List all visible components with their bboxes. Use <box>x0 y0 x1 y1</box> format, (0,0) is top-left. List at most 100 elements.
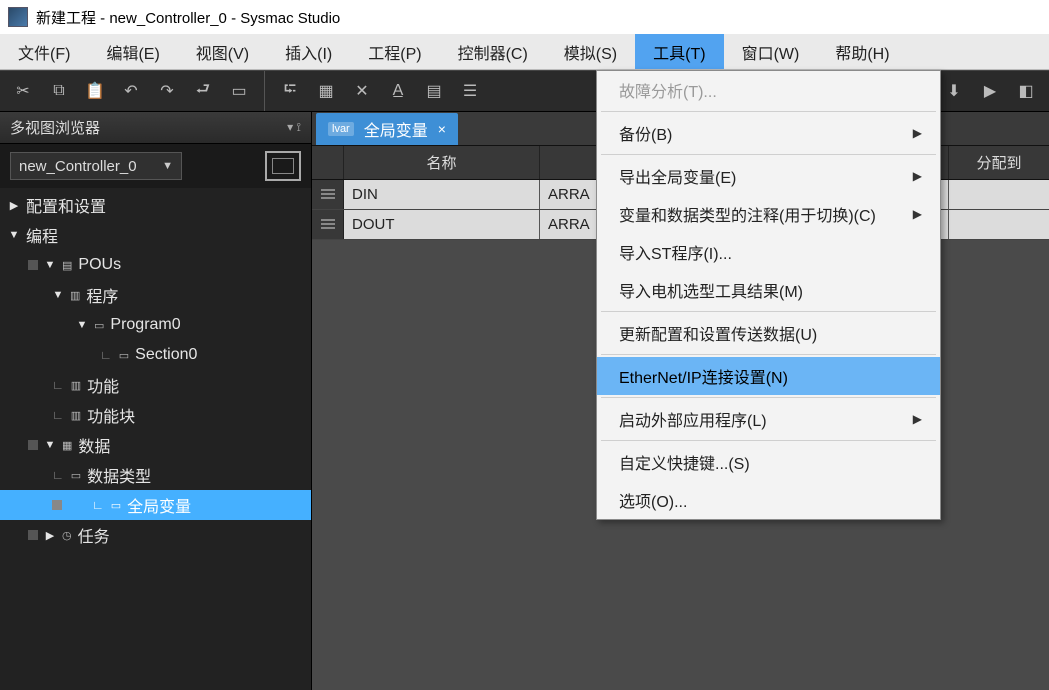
branch-icon: ∟ <box>92 498 103 512</box>
tree-globalvars[interactable]: ∟ ▭ 全局变量 <box>0 490 311 520</box>
page-icon[interactable]: ▭ <box>222 75 256 107</box>
tool-icon[interactable]: ✕ <box>345 75 379 107</box>
menu-item[interactable]: 模拟(S) <box>546 34 635 69</box>
close-icon[interactable]: × <box>438 121 446 137</box>
sidebar-title-label: 多视图浏览器 <box>10 117 100 138</box>
chevron-down-icon[interactable] <box>76 319 88 331</box>
menu-item[interactable]: 更新配置和设置传送数据(U) <box>597 314 940 352</box>
vars-icon: ▭ <box>111 499 121 512</box>
tree-label: 数据类型 <box>87 463 151 487</box>
controller-select[interactable]: new_Controller_0 ▼ <box>10 152 182 180</box>
menu-item-label: 变量和数据类型的注释(用于切换)(C) <box>619 202 876 226</box>
undo-icon[interactable]: ↶ <box>114 75 148 107</box>
tree-programs[interactable]: ▥ 程序 <box>0 280 311 310</box>
tool-icon[interactable]: ◧ <box>1009 75 1043 107</box>
branch-icon: ∟ <box>52 408 63 422</box>
chevron-down-icon[interactable] <box>44 439 56 451</box>
branch-icon: ∟ <box>52 468 63 482</box>
tree-label: 程序 <box>86 283 118 307</box>
app-icon <box>8 7 28 27</box>
menu-item[interactable]: 文件(F) <box>0 34 88 69</box>
chevron-right-icon[interactable] <box>44 529 56 542</box>
tree-label: POUs <box>78 256 121 274</box>
cut-icon[interactable]: ✂ <box>6 75 40 107</box>
row-grip[interactable] <box>312 180 344 209</box>
menu-item[interactable]: 工程(P) <box>350 34 439 69</box>
chevron-right-icon[interactable] <box>8 199 20 212</box>
tree-function-blocks[interactable]: ∟ ▥ 功能块 <box>0 400 311 430</box>
tool-icon[interactable]: ▶ <box>973 75 1007 107</box>
chip-icon[interactable] <box>265 151 301 181</box>
menu-item[interactable]: 变量和数据类型的注释(用于切换)(C) ▶ <box>597 195 940 233</box>
menu-item-label: 导入ST程序(I)... <box>619 240 732 264</box>
cell-name[interactable]: DOUT <box>344 210 540 239</box>
menu-item[interactable]: 插入(I) <box>267 34 350 69</box>
menu-item[interactable]: 选项(O)... <box>597 481 940 519</box>
menu-item[interactable]: 窗口(W) <box>724 34 818 69</box>
titlebar: 新建工程 - new_Controller_0 - Sysmac Studio <box>0 0 1049 34</box>
tool-icon[interactable]: ☰ <box>453 75 487 107</box>
chevron-right-icon: ▶ <box>913 207 922 221</box>
tree-datatypes[interactable]: ∟ ▭ 数据类型 <box>0 460 311 490</box>
tree-pous[interactable]: ▤ POUs <box>0 250 311 280</box>
tree-data[interactable]: ▦ 数据 <box>0 430 311 460</box>
window-title: 新建工程 - new_Controller_0 - Sysmac Studio <box>36 7 340 28</box>
menu-item[interactable]: 备份(B)▶ <box>597 114 940 152</box>
menu-item[interactable]: 导出全局变量(E) ▶ <box>597 157 940 195</box>
chevron-down-icon[interactable] <box>44 259 56 271</box>
tree-tasks[interactable]: ◷ 任务 <box>0 520 311 550</box>
tree-program0[interactable]: ▭ Program0 <box>0 310 311 340</box>
tree-section0[interactable]: ∟ ▭ Section0 <box>0 340 311 370</box>
tool-icon[interactable]: ⮓ <box>273 75 307 107</box>
menu-item[interactable]: 导入ST程序(I)... <box>597 233 940 271</box>
menu-item[interactable]: 视图(V) <box>178 34 267 69</box>
menu-item[interactable]: EtherNet/IP连接设置(N) <box>597 357 940 395</box>
menu-item[interactable]: 编辑(E) <box>88 34 177 69</box>
chevron-right-icon: ▶ <box>913 169 922 183</box>
paste-icon[interactable]: 📋 <box>78 75 112 107</box>
chevron-down-icon[interactable] <box>8 229 20 241</box>
cell-alloc[interactable] <box>949 180 1049 209</box>
tool-icon[interactable]: A̲ <box>381 75 415 107</box>
menu-item-label: 更新配置和设置传送数据(U) <box>619 321 817 345</box>
tool-icon[interactable]: ⬇ <box>937 75 971 107</box>
tree-programming[interactable]: 编程 <box>0 220 311 250</box>
redo-icon[interactable]: ↷ <box>150 75 184 107</box>
chevron-down-icon[interactable] <box>52 289 64 301</box>
tree-label: 任务 <box>78 523 110 547</box>
tree: 配置和设置 编程 ▤ POUs ▥ 程序 ▭ Program0 <box>0 188 311 690</box>
menu-item[interactable]: 导入电机选型工具结果(M) <box>597 271 940 309</box>
menu-item[interactable]: 工具(T) <box>635 34 723 69</box>
tree-label: 功能块 <box>87 403 135 427</box>
menu-item[interactable]: 帮助(H) <box>817 34 907 69</box>
menu-item[interactable]: 控制器(C) <box>440 34 546 69</box>
tree-functions[interactable]: ∟ ▥ 功能 <box>0 370 311 400</box>
tool-icon[interactable]: ▤ <box>417 75 451 107</box>
cell-alloc[interactable] <box>949 210 1049 239</box>
bullet-icon <box>28 440 38 450</box>
tab-globalvars[interactable]: lvar 全局变量 × <box>316 113 458 145</box>
th-alloc[interactable]: 分配到 <box>949 146 1049 179</box>
pin-icon[interactable]: ▾ ⟟ <box>287 120 301 135</box>
tab-label: 全局变量 <box>364 117 428 141</box>
th-name[interactable]: 名称 <box>344 146 540 179</box>
tool-icon[interactable]: ▦ <box>309 75 343 107</box>
menu-separator <box>601 111 936 112</box>
row-grip[interactable] <box>312 210 344 239</box>
copy-icon[interactable]: ⧉ <box>42 75 76 107</box>
type-icon: ▭ <box>71 469 81 482</box>
program-icon: ▭ <box>94 319 104 332</box>
folder-icon: ▤ <box>62 259 72 272</box>
menu-item-label: 故障分析(T)... <box>619 78 717 102</box>
menu-item-label: 导入电机选型工具结果(M) <box>619 278 803 302</box>
bullet-icon <box>28 260 38 270</box>
tree-label: 功能 <box>87 373 119 397</box>
menu-item-label: 导出全局变量(E) <box>619 164 736 188</box>
cell-name[interactable]: DIN <box>344 180 540 209</box>
tree-config[interactable]: 配置和设置 <box>0 190 311 220</box>
menu-separator <box>601 440 936 441</box>
menu-item[interactable]: 启动外部应用程序(L)▶ <box>597 400 940 438</box>
back-icon[interactable]: ⮐ <box>186 75 220 107</box>
menu-item[interactable]: 自定义快捷键...(S) <box>597 443 940 481</box>
bullet-icon <box>52 500 62 510</box>
